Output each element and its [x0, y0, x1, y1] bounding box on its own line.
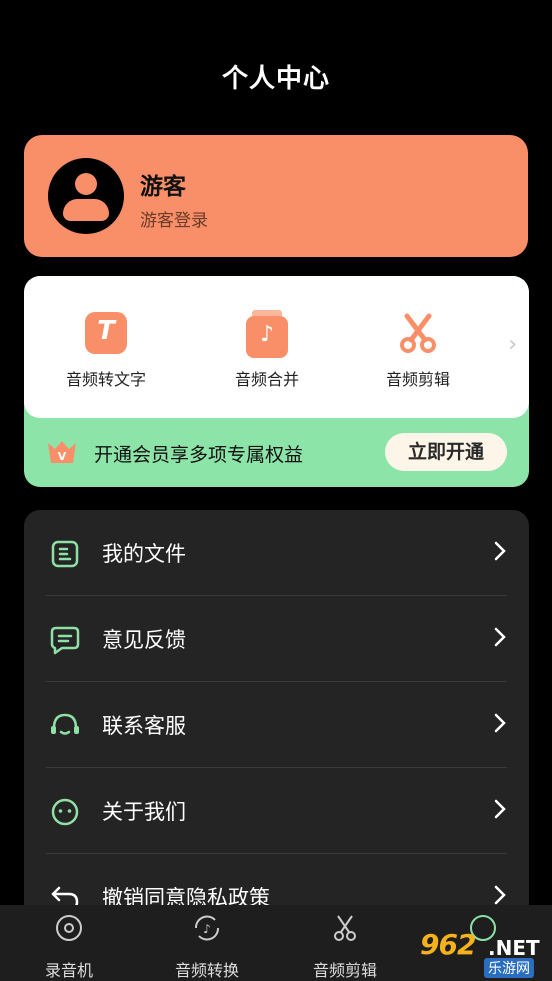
- chevron-right-icon: [494, 627, 506, 647]
- profile-name: 游客: [140, 174, 186, 200]
- avatar-body: [63, 199, 109, 221]
- chevron-right-icon[interactable]: ›: [508, 332, 517, 357]
- chevron-right-icon: [494, 713, 506, 733]
- watermark-domain: .NET: [488, 936, 540, 960]
- file-icon: [51, 540, 79, 568]
- nav-audio-cut[interactable]: 音频剪辑: [290, 913, 400, 981]
- vip-promo-text: 开通会员享多项专属权益: [94, 444, 304, 466]
- audio-merge-icon: ♪: [246, 310, 288, 358]
- menu-label: 意见反馈: [102, 628, 186, 652]
- tools-card: T 音频转文字 ♪ 音频合并 音频剪辑 › V 开通会员享多项专属权益 立即开通: [24, 276, 529, 487]
- profile-card[interactable]: 游客 游客登录: [24, 135, 528, 257]
- menu-item-feedback[interactable]: 意见反馈: [46, 596, 507, 682]
- convert-icon: ♪: [194, 915, 220, 941]
- svg-text:V: V: [58, 450, 67, 463]
- scissors-icon: [334, 915, 356, 941]
- chevron-right-icon: [494, 799, 506, 819]
- text-transcribe-icon: T: [85, 312, 127, 354]
- menu-label: 联系客服: [102, 714, 186, 738]
- tool-label: 音频剪辑: [385, 370, 450, 389]
- settings-menu: 我的文件 意见反馈 联系客服 关于我们 撤销同意隐私政策: [24, 510, 529, 930]
- tools-panel: T 音频转文字 ♪ 音频合并 音频剪辑 ›: [24, 276, 529, 418]
- tool-audio-merge[interactable]: ♪ 音频合并: [207, 310, 327, 390]
- nav-label: 音频剪辑: [312, 961, 377, 980]
- feedback-icon: [50, 626, 80, 655]
- headset-icon: [51, 713, 79, 735]
- crown-vip-icon: V: [48, 441, 76, 463]
- record-icon: [56, 915, 82, 941]
- smiley-icon: [51, 798, 79, 826]
- menu-item-contact-support[interactable]: 联系客服: [46, 682, 507, 768]
- menu-item-my-files[interactable]: 我的文件: [46, 510, 507, 596]
- menu-label: 我的文件: [102, 542, 186, 566]
- login-link[interactable]: 游客登录: [140, 206, 208, 231]
- avatar[interactable]: [48, 158, 124, 234]
- watermark-number: 962: [420, 928, 476, 961]
- nav-audio-convert[interactable]: ♪ 音频转换: [152, 913, 262, 981]
- nav-label: 录音机: [44, 961, 93, 980]
- tool-label: 音频合并: [234, 370, 299, 389]
- tool-audio-to-text[interactable]: T 音频转文字: [46, 312, 166, 390]
- site-watermark-logo: 962 .NET 乐游网: [412, 926, 548, 978]
- svg-text:♪: ♪: [203, 922, 211, 936]
- page-title: 个人中心: [221, 64, 330, 94]
- nav-label: 音频转换: [174, 961, 239, 980]
- tool-audio-cut[interactable]: 音频剪辑: [358, 312, 478, 390]
- watermark-sub: 乐游网: [484, 958, 534, 978]
- menu-item-about-us[interactable]: 关于我们: [46, 768, 507, 854]
- chevron-right-icon: [494, 541, 506, 561]
- avatar-head: [75, 173, 97, 195]
- vip-activate-button[interactable]: 立即开通: [385, 433, 507, 471]
- tool-label: 音频转文字: [65, 370, 146, 389]
- nav-recorder[interactable]: 录音机: [14, 913, 124, 981]
- scissors-icon: [397, 312, 439, 354]
- menu-label: 关于我们: [102, 800, 186, 824]
- chevron-right-icon: [494, 885, 506, 905]
